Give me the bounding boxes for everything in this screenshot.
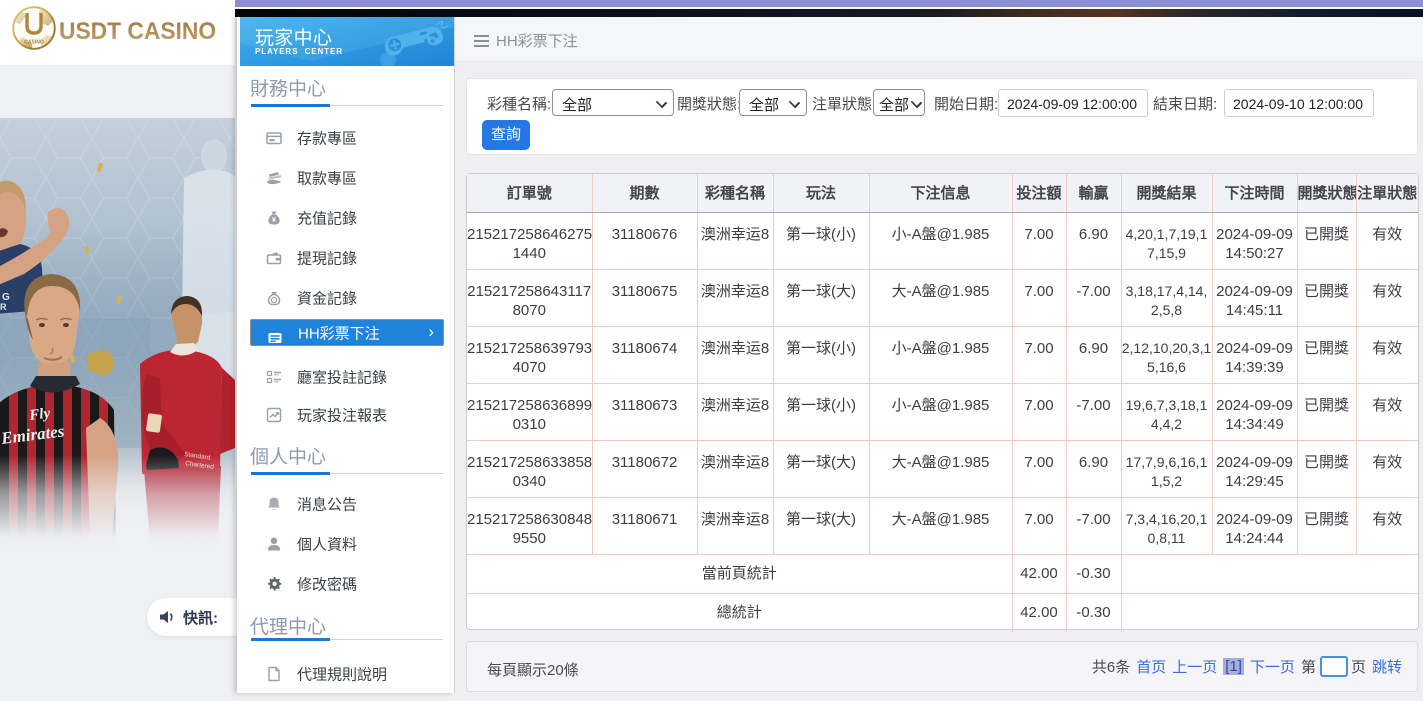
svg-text:¥: ¥	[272, 217, 276, 224]
svg-text:CASINO: CASINO	[24, 40, 44, 46]
